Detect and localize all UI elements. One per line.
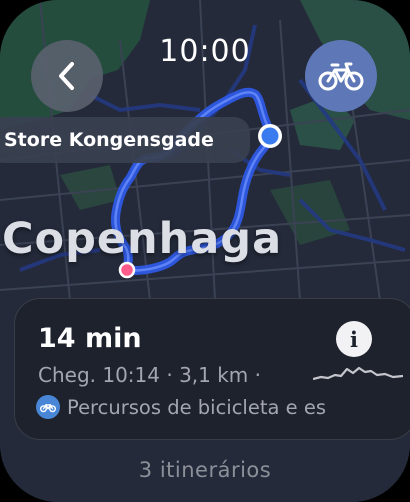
bicycle-icon [318,62,364,91]
back-button[interactable] [31,40,103,112]
poi-label[interactable]: Store Kongensgade [0,117,250,163]
route-type: Percursos de bicicleta e es [36,395,326,419]
transport-mode-button[interactable] [305,40,377,112]
route-details: Cheg. 10:14 · 3,1 km · [38,363,262,387]
origin-pin[interactable] [261,127,279,145]
info-icon: i [350,326,358,352]
elevation-profile-icon [313,366,403,381]
watch-screen: 10:00 Store Kongensgade Copenhaga 14 min… [0,0,410,502]
poi-label-text: Store Kongensgade [4,129,214,151]
bicycle-badge-icon [36,395,60,419]
route-card[interactable]: 14 min i Cheg. 10:14 · 3,1 km · Percurso… [14,298,410,440]
route-duration: 14 min [38,323,142,354]
destination-pin[interactable] [118,261,136,279]
city-label: Copenhaga [2,214,283,264]
info-button[interactable]: i [336,321,372,357]
more-routes-link[interactable]: 3 itinerários [0,458,410,482]
chevron-left-icon [59,62,74,90]
route-type-label: Percursos de bicicleta e es [67,395,326,419]
